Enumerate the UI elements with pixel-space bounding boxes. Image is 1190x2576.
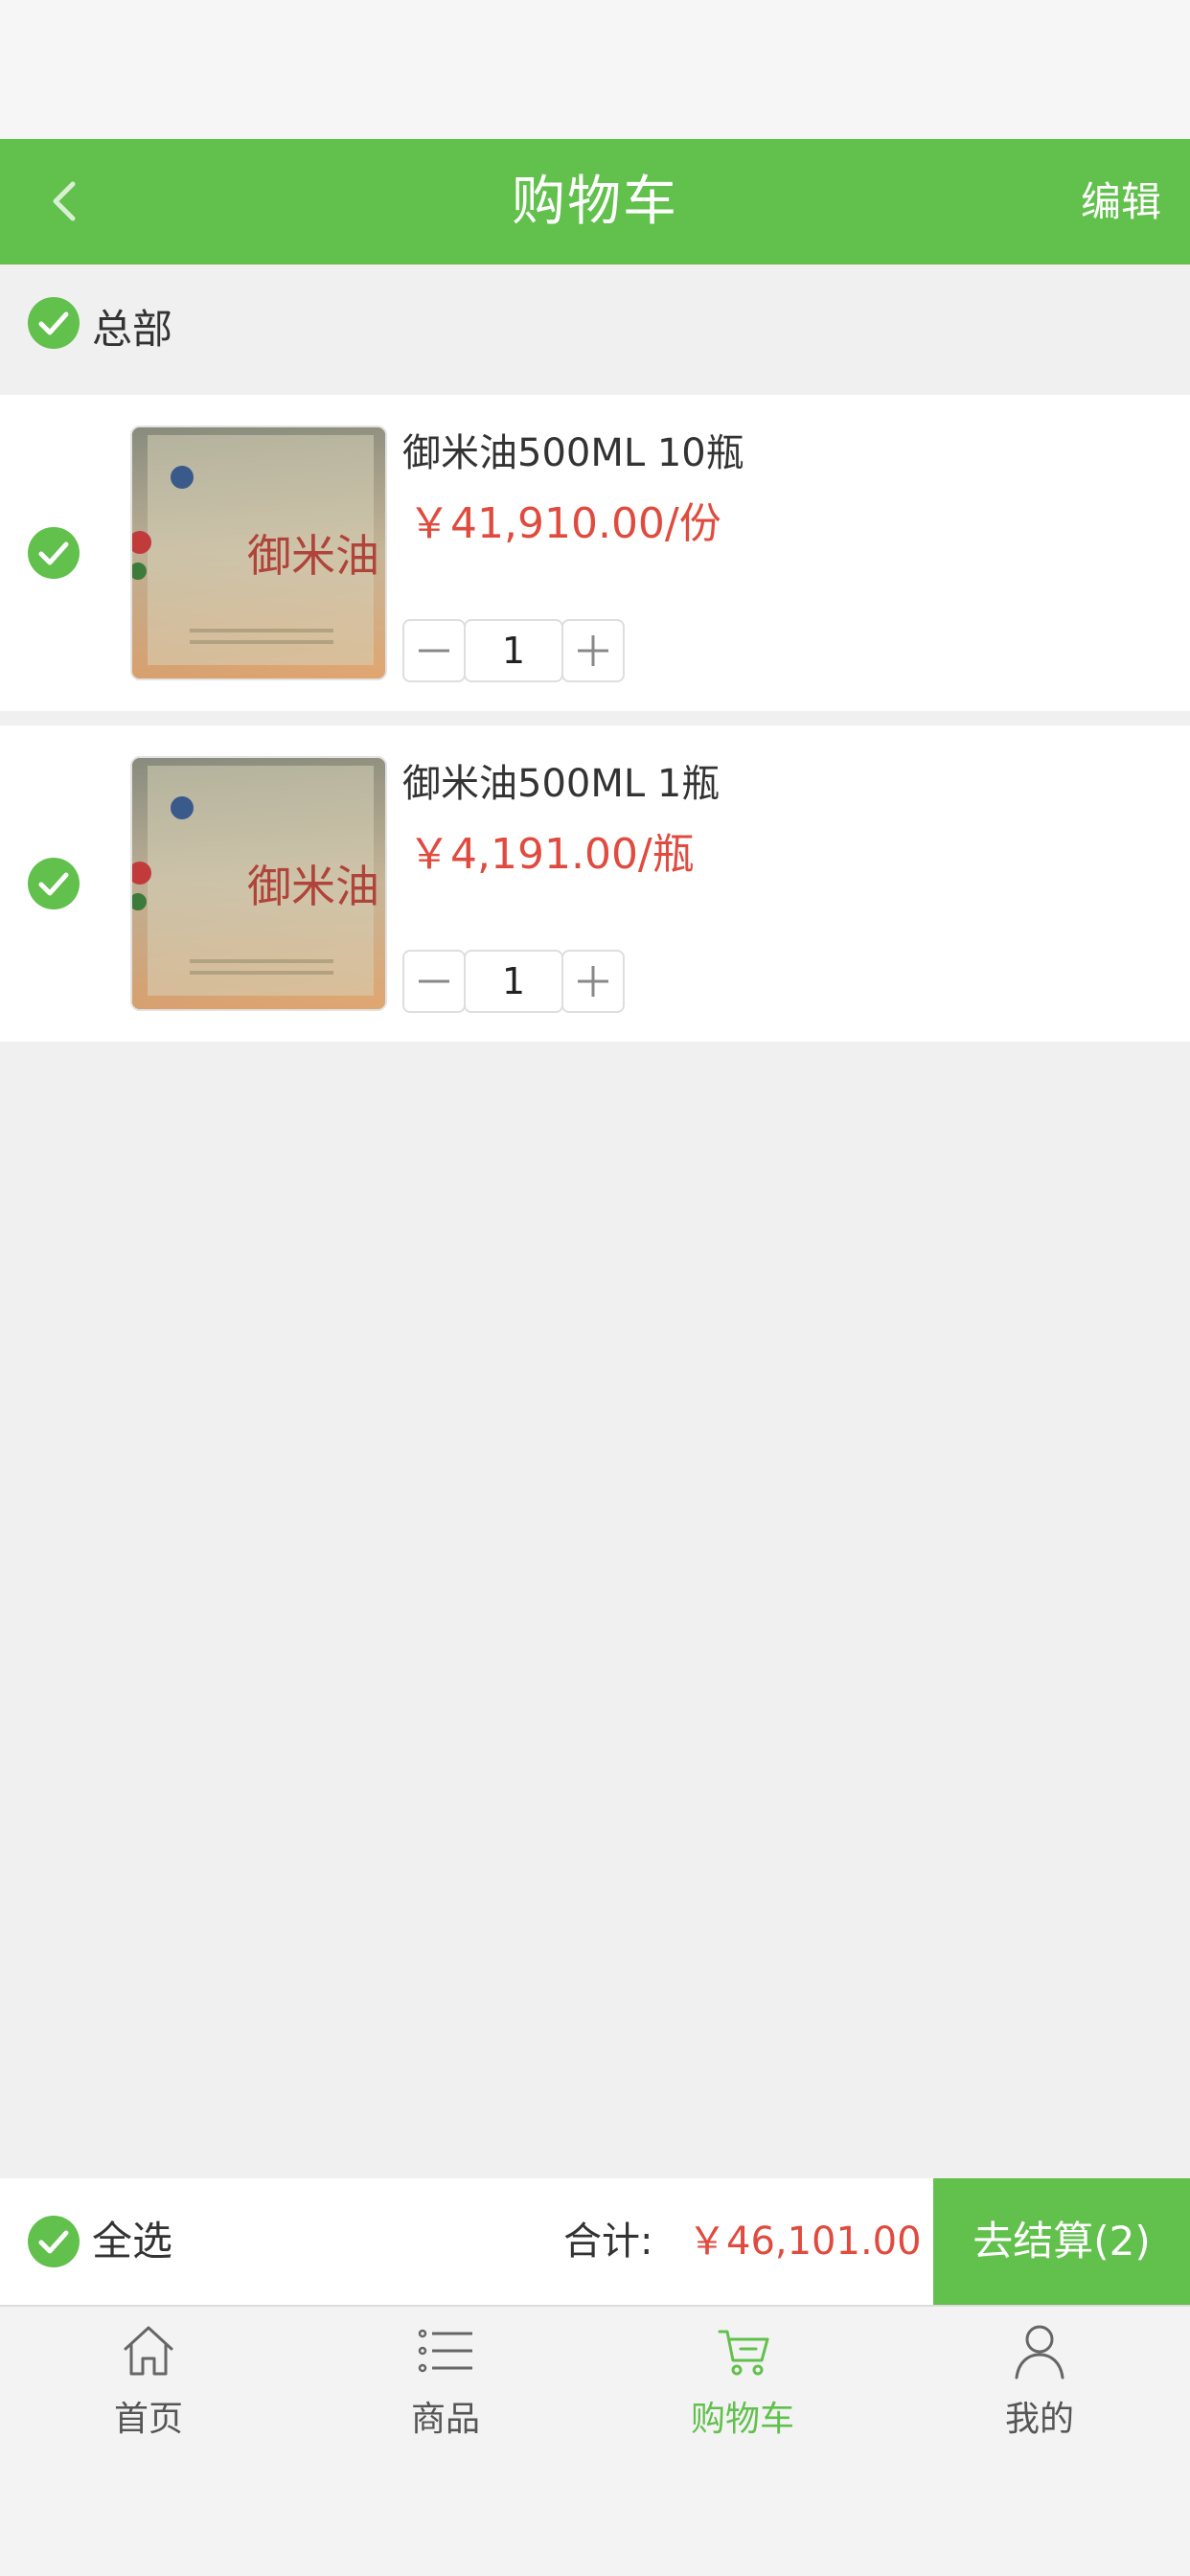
tab-label: 购物车 <box>690 2400 794 2439</box>
quantity-stepper: 1 <box>402 619 625 682</box>
product-image[interactable]: 御米油 <box>130 756 387 1011</box>
store-checkbox[interactable] <box>28 297 80 349</box>
plus-icon <box>578 966 608 997</box>
item-title[interactable]: 御米油500ML 10瓶 <box>402 422 744 477</box>
plus-icon <box>578 635 608 666</box>
decrease-button[interactable] <box>402 950 466 1013</box>
cart-item: 御米油 御米油500ML 1瓶 ￥4,191.00/瓶 1 <box>0 725 1190 1042</box>
item-checkbox[interactable] <box>28 527 80 579</box>
check-icon <box>38 541 69 565</box>
home-icon <box>124 2326 173 2376</box>
check-icon <box>38 2230 69 2254</box>
select-all-label[interactable]: 全选 <box>92 2178 172 2305</box>
store-row: 总部 <box>0 264 1190 395</box>
decrease-button[interactable] <box>402 619 466 682</box>
total-value: ￥46,101.00 <box>688 2220 922 2264</box>
item-title[interactable]: 御米油500ML 1瓶 <box>402 752 720 808</box>
tab-label: 首页 <box>113 2400 183 2439</box>
quantity-input[interactable]: 1 <box>464 950 563 1013</box>
list-icon <box>418 2329 472 2373</box>
minus-icon <box>419 979 449 983</box>
tab-label: 我的 <box>1004 2400 1074 2439</box>
tab-label: 商品 <box>410 2400 480 2439</box>
status-bar <box>0 0 1190 139</box>
page-title: 购物车 <box>512 171 678 233</box>
edit-button[interactable]: 编辑 <box>1081 139 1161 264</box>
tab-bar: 首页 商品 购物车 我的 <box>0 2305 1190 2576</box>
check-icon <box>38 311 69 335</box>
quantity-stepper: 1 <box>402 950 625 1013</box>
cart-item: 御米油 御米油500ML 10瓶 ￥41,910.00/份 1 <box>0 395 1190 711</box>
item-checkbox[interactable] <box>28 858 80 909</box>
checkout-button[interactable]: 去结算(2) <box>933 2178 1190 2305</box>
tab-profile[interactable]: 我的 <box>891 2307 1188 2450</box>
select-all-checkbox[interactable] <box>28 2216 80 2267</box>
product-box-illustration: 御米油 <box>132 427 385 678</box>
product-image[interactable]: 御米油 <box>130 426 387 680</box>
tab-products[interactable]: 商品 <box>297 2307 594 2450</box>
user-icon <box>1015 2325 1064 2380</box>
total-label: 合计: <box>563 2220 653 2264</box>
check-icon <box>38 872 69 896</box>
increase-button[interactable] <box>561 619 625 682</box>
tab-home[interactable]: 首页 <box>0 2307 297 2450</box>
increase-button[interactable] <box>561 950 625 1013</box>
item-price: ￥41,910.00/份 <box>408 499 721 548</box>
svg-text:御米油: 御米油 <box>247 530 379 582</box>
nav-bar: 购物车 编辑 <box>0 139 1190 264</box>
tab-cart[interactable]: 购物车 <box>594 2307 891 2450</box>
item-price: ￥4,191.00/瓶 <box>408 830 695 879</box>
product-box-illustration: 御米油 <box>132 758 385 1009</box>
checkout-bar: 全选 合计: ￥46,101.00 去结算(2) <box>0 2178 1190 2305</box>
cart-icon <box>718 2330 769 2376</box>
minus-icon <box>419 649 449 653</box>
svg-text:御米油: 御米油 <box>247 861 379 912</box>
store-name: 总部 <box>92 306 173 353</box>
quantity-input[interactable]: 1 <box>464 619 563 682</box>
